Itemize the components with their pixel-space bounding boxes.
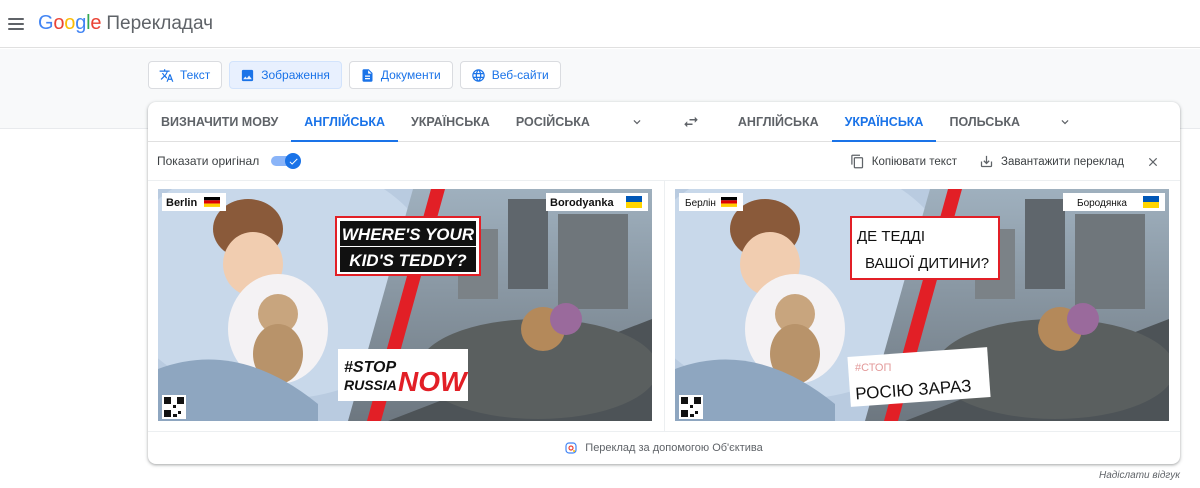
- copy-text-button[interactable]: Копіювати текст: [850, 154, 957, 169]
- show-original-toggle[interactable]: [271, 153, 302, 169]
- berlin-label-translated: Берлін: [679, 193, 743, 211]
- tab-detect-language[interactable]: ВИЗНАЧИТИ МОВУ: [148, 102, 291, 141]
- globe-icon: [472, 68, 485, 82]
- swap-icon: [684, 116, 698, 127]
- lens-attribution[interactable]: Переклад за допомогою Об'єктива: [148, 431, 1180, 464]
- mode-documents-button[interactable]: Документи: [348, 61, 453, 89]
- google-logo[interactable]: Google: [38, 12, 102, 35]
- mode-image-button[interactable]: Зображення: [229, 61, 342, 89]
- document-icon: [362, 68, 373, 82]
- send-feedback-link[interactable]: Надіслати відгук: [1099, 470, 1180, 481]
- svg-text:RUSSIA: RUSSIA: [344, 377, 397, 393]
- mode-selector: Текст Зображення Документи Веб-сайти: [148, 61, 561, 89]
- svg-text:Берлін: Берлін: [685, 198, 716, 209]
- svg-text:WHERE'S YOUR: WHERE'S YOUR: [342, 225, 475, 244]
- image-icon: [242, 69, 254, 81]
- hamburger-menu-icon[interactable]: [8, 17, 24, 30]
- app-header: Google Перекладач: [0, 0, 1200, 48]
- translated-poster-image: Берлін Бородянка ДЕ ТЕДДІ ВАШОЇ ДИТИНИ? …: [635, 159, 1175, 421]
- translation-card: ВИЗНАЧИТИ МОВУ АНГЛІЙСЬКА УКРАЇНСЬКА РОС…: [148, 102, 1180, 464]
- download-icon: [980, 155, 993, 168]
- svg-text:KID'S TEDDY?: KID'S TEDDY?: [349, 251, 467, 270]
- tab-target-ukrainian[interactable]: УКРАЇНСЬКА: [831, 102, 937, 142]
- tab-target-polish[interactable]: ПОЛЬСЬКА: [936, 102, 1033, 141]
- tab-source-ukrainian[interactable]: УКРАЇНСЬКА: [398, 102, 503, 141]
- chevron-down-icon: [633, 119, 641, 124]
- google-lens-icon: [565, 442, 577, 454]
- svg-text:ДЕ ТЕДДІ: ДЕ ТЕДДІ: [857, 228, 925, 245]
- original-image-pane: Berlin Borodyanka WHERE'S YOUR KID'S TED…: [148, 159, 664, 431]
- svg-text:#СТОП: #СТОП: [855, 362, 891, 374]
- language-bar: ВИЗНАЧИТИ МОВУ АНГЛІЙСЬКА УКРАЇНСЬКА РОС…: [148, 102, 1180, 142]
- check-icon: [289, 158, 298, 165]
- berlin-label: Berlin: [162, 193, 226, 211]
- show-original-label: Показати оригінал: [157, 154, 260, 168]
- svg-text:#STOP: #STOP: [344, 359, 397, 376]
- original-poster-image: Berlin Borodyanka WHERE'S YOUR KID'S TED…: [148, 159, 658, 421]
- svg-text:ВАШОЇ ДИТИНИ?: ВАШОЇ ДИТИНИ?: [865, 255, 989, 272]
- tab-target-english[interactable]: АНГЛІЙСЬКА: [725, 102, 832, 141]
- tab-source-english[interactable]: АНГЛІЙСЬКА: [291, 102, 398, 142]
- borodyanka-label-translated: Бородянка: [1063, 193, 1165, 211]
- image-panes: Berlin Borodyanka WHERE'S YOUR KID'S TED…: [148, 159, 1180, 431]
- hashtag-box: #STOP RUSSIA NOW: [338, 349, 469, 401]
- hashtag-box-translated: #СТОП РОСІЮ ЗАРАЗ: [847, 347, 991, 407]
- svg-text:Бородянка: Бородянка: [1077, 198, 1127, 209]
- mode-websites-button[interactable]: Веб-сайти: [459, 61, 561, 89]
- borodyanka-label: Borodyanka: [546, 193, 648, 211]
- tab-source-russian[interactable]: РОСІЙСЬКА: [503, 102, 603, 141]
- swap-languages-button[interactable]: [669, 102, 713, 141]
- target-language-dropdown[interactable]: [1045, 102, 1085, 141]
- chevron-down-icon: [1061, 119, 1069, 124]
- product-name: Перекладач: [106, 12, 214, 34]
- svg-text:Berlin: Berlin: [166, 197, 197, 209]
- download-translation-button[interactable]: Завантажити переклад: [979, 154, 1124, 169]
- qr-code: [162, 395, 186, 419]
- svg-text:Borodyanka: Borodyanka: [550, 197, 614, 209]
- options-bar: Показати оригінал Копіювати текст Завант…: [148, 142, 1180, 181]
- headline-box: WHERE'S YOUR KID'S TEDDY?: [335, 216, 481, 276]
- translated-image-pane: Берлін Бородянка ДЕ ТЕДДІ ВАШОЇ ДИТИНИ? …: [635, 159, 1180, 431]
- close-icon[interactable]: [1146, 155, 1160, 169]
- translate-icon: [159, 68, 174, 82]
- source-language-dropdown[interactable]: [617, 102, 657, 141]
- svg-text:NOW: NOW: [398, 366, 469, 397]
- mode-text-button[interactable]: Текст: [148, 61, 223, 89]
- qr-code: [679, 395, 703, 419]
- headline-box-translated: ДЕ ТЕДДІ ВАШОЇ ДИТИНИ?: [850, 216, 1000, 280]
- copy-icon: [851, 154, 863, 169]
